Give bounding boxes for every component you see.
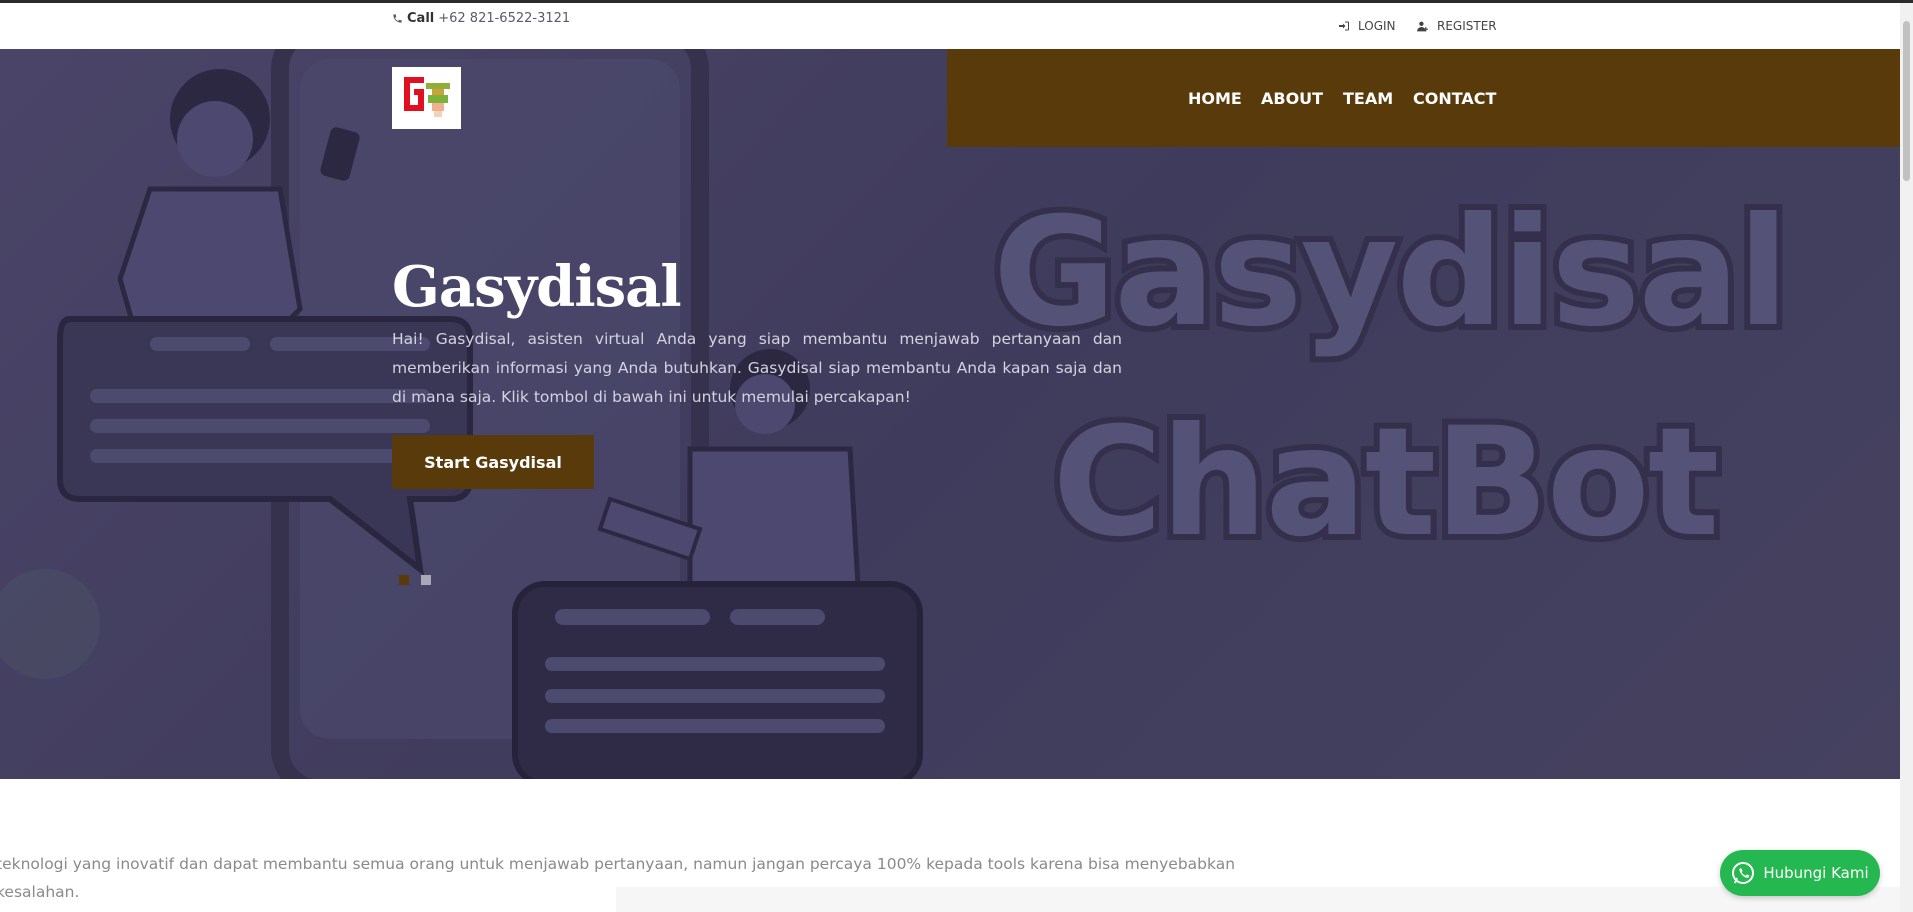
login-label: LOGIN — [1358, 19, 1396, 33]
carousel-dot-2[interactable] — [421, 575, 431, 585]
carousel-dot-1[interactable] — [399, 575, 409, 585]
nav-item-about[interactable]: ABOUT — [1261, 89, 1323, 108]
start-gasydisal-button[interactable]: Start Gasydisal — [392, 435, 594, 489]
register-link[interactable]: REGISTER — [1416, 19, 1497, 33]
sign-in-icon — [1339, 21, 1349, 31]
call-info[interactable]: Call +62 821-6522-3121 — [392, 11, 570, 26]
hero-illustration: Gasydisal ChatBot — [0, 49, 1795, 779]
login-link[interactable]: LOGIN — [1338, 19, 1396, 33]
user-plus-icon — [1417, 21, 1428, 31]
call-label: Call — [407, 11, 435, 26]
page: Call +62 821-6522-3121 LOGIN REGISTER Ga… — [0, 0, 1913, 912]
main-nav: HOME ABOUT TEAM CONTACT — [947, 49, 1900, 147]
nav-item-team[interactable]: TEAM — [1343, 89, 1393, 108]
hero-graphic-line2: ChatBot — [1053, 396, 1718, 570]
hero-description: Hai! Gasydisal, asisten virtual Anda yan… — [392, 330, 1122, 406]
top-bar: Call +62 821-6522-3121 LOGIN REGISTER — [0, 3, 1900, 49]
nav-item-home[interactable]: HOME — [1188, 89, 1242, 108]
scrollbar-thumb[interactable] — [1903, 21, 1910, 181]
register-label: REGISTER — [1437, 19, 1497, 33]
site-logo[interactable] — [392, 67, 461, 129]
logo-pixel-icon — [404, 77, 450, 117]
hero-title: Gasydisal — [392, 254, 682, 320]
whatsapp-contact-button[interactable]: Hubungi Kami — [1720, 850, 1880, 896]
nav-item-contact[interactable]: CONTACT — [1413, 89, 1496, 108]
phone-icon — [393, 14, 402, 23]
phone-number: +62 821-6522-3121 — [438, 11, 571, 26]
whatsapp-icon — [1732, 862, 1755, 884]
hero-banner: Gasydisal ChatBot — [0, 49, 1900, 779]
whatsapp-label: Hubungi Kami — [1763, 864, 1869, 882]
scrollbar[interactable] — [1900, 3, 1913, 912]
content-panel — [616, 887, 1900, 912]
